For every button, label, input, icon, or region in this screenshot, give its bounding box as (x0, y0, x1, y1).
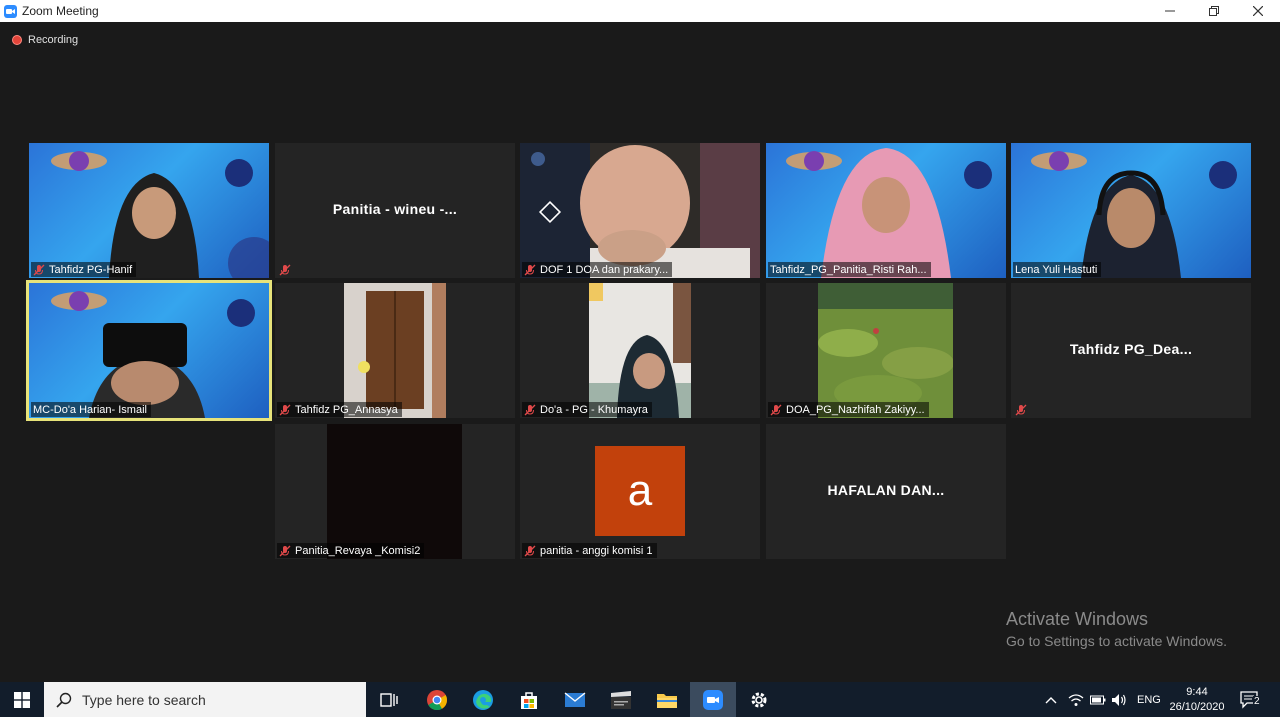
close-button[interactable] (1236, 0, 1280, 22)
recording-dot-icon (12, 35, 22, 45)
store-icon (521, 691, 537, 709)
participant-tile[interactable]: Tahfidz_PG_Panitia_Risti Rah... (766, 143, 1006, 278)
participant-name-tag: MC-Do'a Harian- Ismail (31, 402, 151, 417)
notification-count-badge: 2 (1253, 696, 1261, 707)
participant-display-name: HAFALAN DAN... (827, 482, 945, 498)
restore-button[interactable] (1192, 0, 1236, 22)
participant-tile[interactable]: HAFALAN DAN... (766, 424, 1006, 559)
battery-button[interactable] (1090, 682, 1106, 717)
chrome-icon (427, 689, 448, 710)
participant-name-tag: Panitia_Revaya _Komisi2 (277, 543, 425, 558)
windows-logo-icon (14, 691, 30, 708)
participant-name-tag: Do'a - PG - Khumayra (522, 402, 652, 417)
window-title: Zoom Meeting (22, 4, 99, 18)
speaker-icon (1112, 693, 1126, 706)
recording-label: Recording (28, 34, 79, 46)
mail-taskbar-button[interactable] (552, 682, 598, 717)
chevron-up-icon (1045, 696, 1057, 703)
mic-muted-icon (33, 264, 45, 275)
edge-taskbar-button[interactable] (460, 682, 506, 717)
recording-indicator[interactable]: Recording (12, 34, 78, 46)
participant-name-tag: DOF 1 DOA dan prakary... (522, 262, 673, 277)
participant-video (344, 283, 446, 418)
participant-name-tag: Lena Yuli Hastuti (1013, 262, 1102, 277)
mic-muted-icon (279, 545, 291, 556)
activate-windows-subtitle: Go to Settings to activate Windows. (1006, 633, 1227, 649)
participant-tile[interactable]: Panitia_Revaya _Komisi2 (275, 424, 515, 559)
participant-name-tag: Tahfidz_PG_Panitia_Risti Rah... (768, 262, 931, 277)
volume-button[interactable] (1111, 682, 1127, 717)
search-placeholder: Type here to search (82, 691, 206, 708)
search-icon (56, 692, 72, 708)
participant-name-tag (277, 262, 299, 277)
participant-display-name: Tahfidz PG_Dea... (1069, 341, 1193, 357)
taskbar-search-box[interactable]: Type here to search (44, 682, 366, 717)
taskbar-clock[interactable]: 9:44 26/10/2020 (1162, 685, 1232, 715)
participant-name-tag: DOA_PG_Nazhifah Zakiyy... (768, 402, 929, 417)
chrome-taskbar-button[interactable] (414, 682, 460, 717)
wifi-icon (1068, 693, 1084, 706)
participant-tile[interactable]: Tahfidz PG_Dea... (1011, 283, 1251, 418)
participant-tile[interactable]: Lena Yuli Hastuti (1011, 143, 1251, 278)
folder-icon (657, 693, 677, 708)
participant-name-tag: Tahfidz PG_Annasya (277, 402, 402, 417)
input-language: ENG (1137, 693, 1161, 706)
mic-muted-icon (524, 545, 536, 556)
zoom-icon (703, 689, 723, 710)
close-icon (1253, 6, 1263, 16)
participant-video (327, 424, 462, 559)
mic-muted-icon (279, 264, 291, 275)
participant-video (51, 151, 269, 278)
mic-muted-icon (524, 264, 536, 275)
participant-tile[interactable]: a panitia - anggi komisi 1 (520, 424, 760, 559)
participant-tile[interactable]: Do'a - PG - Khumayra (520, 283, 760, 418)
edge-icon (473, 689, 493, 710)
file-explorer-taskbar-button[interactable] (644, 682, 690, 717)
clapperboard-icon (611, 690, 631, 709)
battery-icon (1090, 695, 1106, 704)
store-taskbar-button[interactable] (506, 682, 552, 717)
participant-tile[interactable]: DOA_PG_Nazhifah Zakiyy... (766, 283, 1006, 418)
participant-name-tag (1013, 402, 1035, 417)
participant-name-tag: Tahfidz PG-Hanif (31, 262, 137, 277)
participant-tile[interactable]: Tahfidz PG_Annasya (275, 283, 515, 418)
mic-muted-icon (524, 404, 536, 415)
participant-tile[interactable]: DOF 1 DOA dan prakary... (520, 143, 760, 278)
participant-tile[interactable]: Tahfidz PG-Hanif (29, 143, 269, 278)
gear-icon (751, 692, 767, 707)
mic-muted-icon (279, 404, 291, 415)
video-editor-taskbar-button[interactable] (598, 682, 644, 717)
settings-taskbar-button[interactable] (736, 682, 782, 717)
participant-video (589, 283, 691, 418)
participant-avatar: a (595, 446, 685, 536)
input-language-button[interactable]: ENG (1137, 682, 1161, 717)
task-view-button[interactable] (366, 682, 412, 717)
network-button[interactable] (1068, 682, 1084, 717)
participant-video (1031, 151, 1237, 278)
minimize-button[interactable] (1148, 0, 1192, 22)
start-button[interactable] (0, 682, 44, 717)
zoom-app-icon (4, 4, 17, 18)
participant-video (520, 143, 760, 278)
participant-video (51, 291, 255, 418)
minimize-icon (1165, 10, 1175, 12)
mic-muted-icon (1015, 404, 1027, 415)
activate-windows-title: Activate Windows (1006, 609, 1149, 629)
clock-date: 26/10/2020 (1169, 701, 1225, 713)
title-bar: Zoom Meeting (0, 0, 1280, 22)
clock-time: 9:44 (1186, 686, 1208, 698)
action-center-button[interactable]: 2 (1240, 682, 1261, 717)
mic-muted-icon (770, 404, 782, 415)
participant-video (786, 148, 992, 278)
mail-icon (564, 691, 586, 707)
participant-display-name: Panitia - wineu -... (332, 201, 458, 217)
participant-tile[interactable]: Panitia - wineu -... (275, 143, 515, 278)
restore-icon (1209, 6, 1219, 16)
participant-tile-active-speaker[interactable]: MC-Do'a Harian- Ismail (26, 280, 272, 421)
participant-name-tag: panitia - anggi komisi 1 (522, 543, 657, 558)
participant-video (818, 283, 953, 418)
show-hidden-icons-button[interactable] (1044, 682, 1058, 717)
task-view-icon (380, 692, 398, 707)
zoom-taskbar-button[interactable] (690, 682, 736, 717)
